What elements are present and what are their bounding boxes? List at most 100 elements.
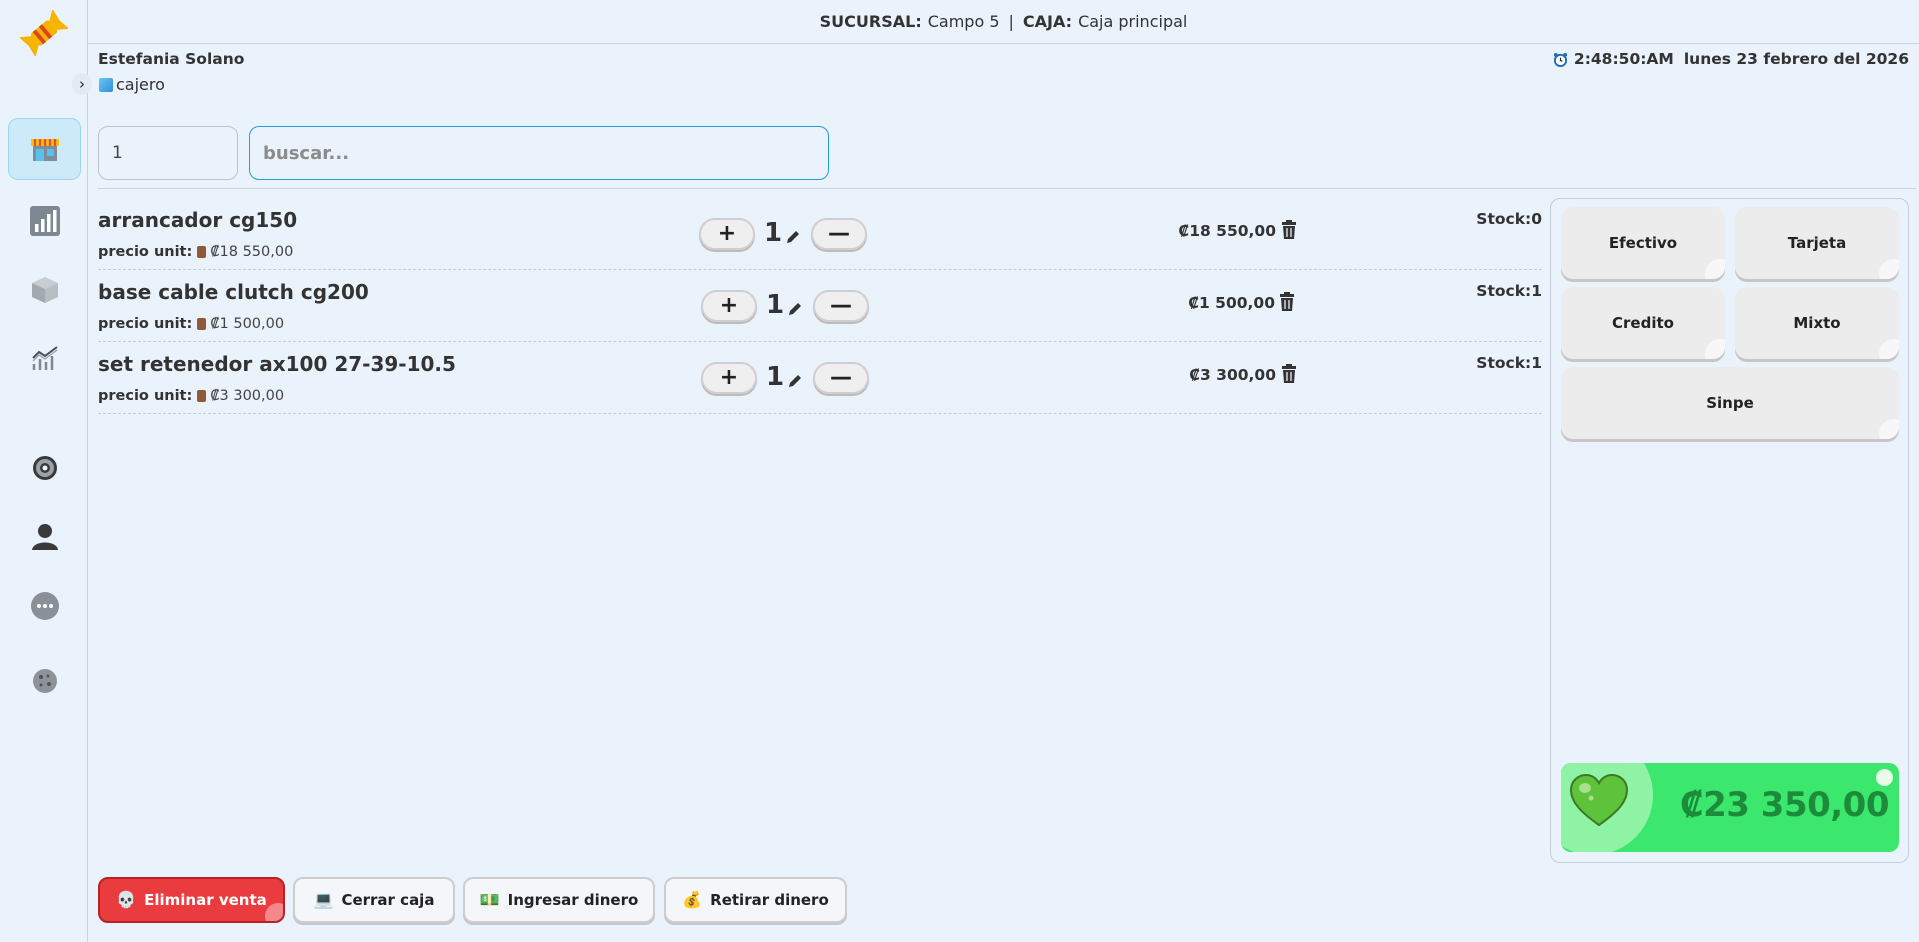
corner-curl xyxy=(1879,419,1899,439)
product-qty: 1 xyxy=(766,290,785,320)
laptop-icon: 💻 xyxy=(313,890,334,909)
gear-icon xyxy=(32,456,57,480)
pay-card-button[interactable]: Tarjeta xyxy=(1735,207,1899,279)
product-stock: Stock:1 xyxy=(1476,354,1542,372)
edit-qty-icon[interactable] xyxy=(788,302,802,316)
unit-price-value: ₡18 550,00 xyxy=(210,244,294,260)
pay-sinpe-button[interactable]: Sinpe xyxy=(1561,367,1899,439)
product-unit-price: precio unit: ₡18 550,00 xyxy=(98,244,293,260)
price-tag-icon xyxy=(197,390,207,402)
pay-cash-label: Efectivo xyxy=(1608,234,1678,252)
pay-mixed-button[interactable]: Mixto xyxy=(1735,287,1899,359)
skull-icon: 💀 xyxy=(116,890,137,909)
green-heart-icon xyxy=(1569,773,1629,827)
withdraw-money-button[interactable]: 💰 Retirar dinero xyxy=(664,877,847,923)
cookie-icon xyxy=(32,669,57,693)
withdraw-money-label: Retirar dinero xyxy=(710,891,829,909)
product-stock: Stock:1 xyxy=(1476,282,1542,300)
sidebar: › xyxy=(0,0,92,942)
product-name: arrancador cg150 xyxy=(98,208,298,232)
nav-item-store[interactable] xyxy=(8,118,81,180)
trend-chart-icon xyxy=(31,346,58,370)
pos-app: › SUCURSAL: Campo 5 | CAJA: Caja princip… xyxy=(0,0,1919,942)
branch-label: SUCURSAL: xyxy=(819,12,922,31)
register-label: CAJA: xyxy=(1022,12,1073,31)
cart-row: set retenedor ax100 27-39-10.5 precio un… xyxy=(98,342,1542,414)
divider xyxy=(98,188,1916,189)
corner-curl xyxy=(265,903,283,921)
cube-icon xyxy=(99,77,113,92)
nav-item-inventory[interactable] xyxy=(8,259,81,321)
product-qty: 1 xyxy=(766,362,785,392)
increase-qty-button[interactable]: + xyxy=(701,362,757,394)
nav-item-cookies[interactable] xyxy=(8,650,81,712)
more-icon xyxy=(30,592,59,620)
pay-credit-button[interactable]: Credito xyxy=(1561,287,1725,359)
user-role: cajero xyxy=(99,75,165,94)
quantity-input[interactable] xyxy=(98,126,238,180)
chevron-right-icon: › xyxy=(79,75,85,93)
nav-item-stats[interactable] xyxy=(8,328,81,390)
user-role-label: cajero xyxy=(116,75,165,94)
corner-curl xyxy=(1705,339,1725,359)
register-value: Caja principal xyxy=(1078,12,1188,31)
clock: 2:48:50:AM lunes 23 febrero del 2026 xyxy=(1553,50,1909,68)
product-qty: 1 xyxy=(764,218,783,248)
decrease-qty-button[interactable]: — xyxy=(813,362,869,394)
unit-price-label: precio unit: xyxy=(98,316,193,332)
corner-curl xyxy=(1879,259,1899,279)
user-name: Estefania Solano xyxy=(98,50,245,68)
decrease-qty-button[interactable]: — xyxy=(811,218,867,250)
payment-panel: Efectivo Tarjeta Credito Mixto Sinpe ₡23… xyxy=(1550,198,1909,863)
decrease-qty-button[interactable]: — xyxy=(813,290,869,322)
trash-icon[interactable] xyxy=(1281,364,1297,384)
branch-value: Campo 5 xyxy=(927,12,1000,31)
search-input[interactable] xyxy=(249,126,829,180)
bar-chart-icon xyxy=(29,206,60,236)
corner-curl xyxy=(1879,339,1899,359)
user-icon xyxy=(31,524,58,550)
money-bag-icon: 💰 xyxy=(682,890,703,909)
edit-qty-icon[interactable] xyxy=(786,230,800,244)
product-unit-price: precio unit: ₡3 300,00 xyxy=(98,388,284,404)
product-total: ₡1 500,00 xyxy=(1188,294,1275,312)
unit-price-value: ₡3 300,00 xyxy=(210,388,285,404)
sidebar-toggle-button[interactable]: › xyxy=(72,73,92,95)
pay-card-label: Tarjeta xyxy=(1787,234,1847,252)
money-bill-icon: 💵 xyxy=(479,890,500,909)
product-total: ₡3 300,00 xyxy=(1189,366,1276,384)
delete-sale-label: Eliminar venta xyxy=(144,891,267,909)
product-unit-price: precio unit: ₡1 500,00 xyxy=(98,316,284,332)
price-tag-icon xyxy=(197,246,207,258)
cart-row: base cable clutch cg200 precio unit: ₡1 … xyxy=(98,270,1542,342)
trash-icon[interactable] xyxy=(1279,292,1295,312)
header-separator: | xyxy=(1008,12,1014,31)
nav-item-reports[interactable] xyxy=(8,190,81,252)
nav-item-settings[interactable] xyxy=(8,437,81,499)
sale-total-amount: ₡23 350,00 xyxy=(1679,785,1890,825)
branch-header: SUCURSAL: Campo 5 | CAJA: Caja principal xyxy=(88,0,1919,44)
trash-icon[interactable] xyxy=(1281,220,1297,240)
product-name: set retenedor ax100 27-39-10.5 xyxy=(98,352,456,376)
alarm-clock-icon xyxy=(1553,52,1567,67)
corner-curl xyxy=(1705,259,1725,279)
candy-logo-icon[interactable] xyxy=(18,8,70,58)
edit-qty-icon[interactable] xyxy=(788,374,802,388)
store-icon xyxy=(30,139,59,161)
nav-item-users[interactable] xyxy=(8,506,81,568)
deposit-money-button[interactable]: 💵 Ingresar dinero xyxy=(463,877,655,923)
clock-date: lunes 23 febrero del 2026 xyxy=(1683,50,1909,68)
deposit-money-label: Ingresar dinero xyxy=(507,891,639,909)
product-name: base cable clutch cg200 xyxy=(98,280,369,304)
close-register-button[interactable]: 💻 Cerrar caja xyxy=(293,877,455,923)
cart-row: arrancador cg150 precio unit: ₡18 550,00… xyxy=(98,198,1542,270)
nav-item-more[interactable] xyxy=(8,575,81,637)
increase-qty-button[interactable]: + xyxy=(701,290,757,322)
delete-sale-button[interactable]: 💀 Eliminar venta xyxy=(98,877,285,923)
pay-sinpe-label: Sinpe xyxy=(1706,394,1754,412)
status-dot xyxy=(1876,769,1893,786)
pay-cash-button[interactable]: Efectivo xyxy=(1561,207,1725,279)
increase-qty-button[interactable]: + xyxy=(699,218,755,250)
unit-price-value: ₡1 500,00 xyxy=(210,316,285,332)
pay-mixed-label: Mixto xyxy=(1793,314,1841,332)
